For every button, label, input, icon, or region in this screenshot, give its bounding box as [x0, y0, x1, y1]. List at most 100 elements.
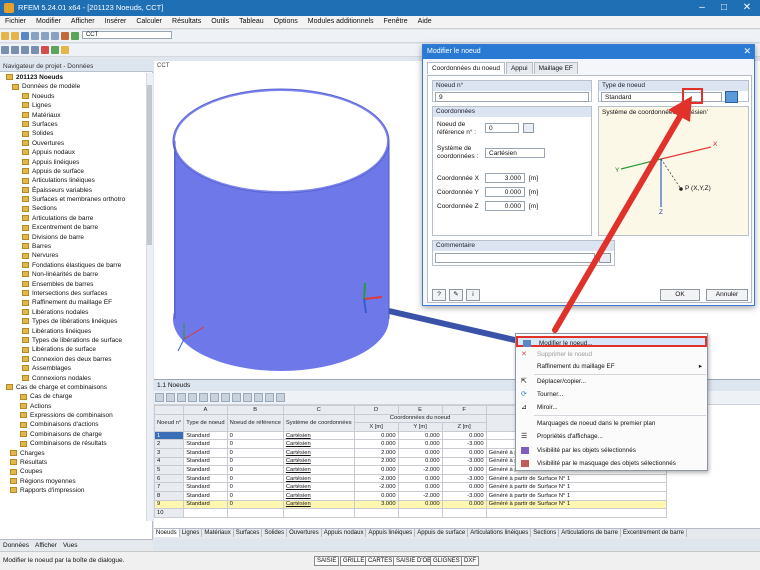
- tree-item[interactable]: Résultats: [0, 458, 146, 467]
- minimize-button[interactable]: –: [692, 2, 712, 13]
- menu-item-delete-node[interactable]: ✕ Supprimer le noeud: [516, 349, 707, 360]
- table-row[interactable]: 9 Standard 0 Cartésien 3.000 0.000 0.000 Généré…: [153, 499, 667, 510]
- table-cell[interactable]: Généré à partir de Surface N° 1: [485, 482, 667, 492]
- tree-item[interactable]: Ouvertures: [0, 139, 146, 148]
- table-cell[interactable]: 2.000: [353, 456, 399, 467]
- tab-fe-mesh[interactable]: Maillage EF: [533, 62, 578, 74]
- coord-z-input[interactable]: 0.000: [485, 201, 525, 211]
- table-cell[interactable]: 0: [226, 439, 284, 449]
- table-cell[interactable]: 0.000: [397, 456, 443, 467]
- table-cell[interactable]: 0.000: [397, 439, 443, 449]
- table-cell[interactable]: 7: [153, 482, 185, 492]
- tree-item[interactable]: Connexion des deux barres: [0, 355, 146, 364]
- table-cell[interactable]: 0.000: [353, 430, 399, 441]
- toggle-grille[interactable]: GRILLE: [340, 556, 368, 566]
- tree-item[interactable]: Fondations élastiques de barre: [0, 261, 146, 270]
- table-cell[interactable]: Cartésien: [282, 456, 355, 467]
- new-file-icon[interactable]: [1, 32, 9, 40]
- table-row[interactable]: 8 Standard 0 Cartésien 0.000 -2.000 -3.000 Géné…: [153, 490, 667, 501]
- print-icon[interactable]: [31, 32, 39, 40]
- tree-item[interactable]: Connexions nodales: [0, 374, 146, 383]
- menu-inserer[interactable]: Insérer: [100, 16, 132, 27]
- maximize-button[interactable]: □: [714, 2, 734, 13]
- sheet-tab[interactable]: Lignes: [180, 529, 203, 537]
- table-cell[interactable]: 0: [226, 499, 284, 510]
- comment-input[interactable]: [435, 253, 595, 263]
- tree-item[interactable]: Actions: [0, 402, 146, 411]
- sheet-tab[interactable]: Matériaux: [202, 529, 234, 537]
- table-row[interactable]: 6 Standard 0 Cartésien -2.000 0.000 -3.000 Géné…: [153, 473, 667, 484]
- sheet-tab[interactable]: Noeuds: [154, 529, 180, 537]
- view-iso-icon[interactable]: [1, 46, 9, 54]
- edit-type-icon[interactable]: [725, 91, 738, 103]
- table-cell[interactable]: 0.000: [441, 430, 487, 441]
- table-cell[interactable]: 4: [153, 456, 185, 467]
- table-cell[interactable]: 0: [226, 465, 284, 475]
- toggle-dxf[interactable]: DXF: [461, 556, 479, 566]
- table-cell[interactable]: 0.000: [397, 499, 443, 510]
- table-cell[interactable]: 9: [153, 499, 185, 510]
- table-cell[interactable]: 6: [153, 473, 185, 484]
- sheet-tab[interactable]: Appuis de surface: [415, 529, 469, 537]
- tree-item[interactable]: Rapports d'impression: [0, 486, 146, 495]
- table-tool-icon[interactable]: [265, 393, 274, 402]
- tab-vues[interactable]: Vues: [60, 540, 81, 551]
- tree-item[interactable]: Solides: [0, 129, 146, 138]
- table-cell[interactable]: -3.000: [441, 439, 487, 449]
- table-cell[interactable]: 10: [153, 508, 185, 518]
- table-cell[interactable]: Standard: [183, 499, 228, 510]
- tree-item[interactable]: Combinaisons de résultats: [0, 439, 146, 448]
- toggle-cartes[interactable]: CARTES: [365, 556, 396, 566]
- table-cell[interactable]: Standard: [183, 439, 228, 449]
- table-row[interactable]: 10: [153, 508, 667, 518]
- menu-resultats[interactable]: Résultats: [167, 16, 206, 27]
- table-cell[interactable]: 8: [153, 490, 185, 501]
- view-y-icon[interactable]: [21, 46, 29, 54]
- navigator-scroll-thumb[interactable]: [147, 85, 152, 245]
- table-tool-icon[interactable]: [188, 393, 197, 402]
- sheet-tab[interactable]: Ouvertures: [287, 529, 322, 537]
- zoom-icon[interactable]: [51, 46, 59, 54]
- table-cell[interactable]: -2.000: [397, 465, 443, 475]
- table-cell[interactable]: 0: [226, 447, 284, 458]
- view-z-icon[interactable]: [31, 46, 39, 54]
- tree-item[interactable]: Ensembles de barres: [0, 280, 146, 289]
- table-cell[interactable]: 0.000: [441, 482, 487, 492]
- table-cell[interactable]: 0: [226, 482, 284, 492]
- tree-item[interactable]: Noeuds: [0, 92, 146, 101]
- tree-item[interactable]: Régions moyennes: [0, 477, 146, 486]
- tree-item[interactable]: Articulations linéiques: [0, 176, 146, 185]
- menu-item-visibility-hidden[interactable]: Visibilité par le masquage des objets sé…: [516, 458, 707, 469]
- tree-item[interactable]: Matériaux: [0, 111, 146, 120]
- table-cell[interactable]: 0.000: [397, 473, 443, 484]
- table-cell[interactable]: 0: [226, 473, 284, 484]
- table-cell[interactable]: 0.000: [397, 430, 443, 441]
- table-cell[interactable]: [282, 508, 355, 518]
- table-tool-icon[interactable]: [232, 393, 241, 402]
- tree-item[interactable]: Appuis nodaux: [0, 148, 146, 157]
- table-cell[interactable]: Généré à partir de Surface N° 1: [485, 490, 667, 501]
- load-case-select[interactable]: CCT: [81, 31, 172, 39]
- ref-node-select[interactable]: 0: [485, 123, 519, 133]
- menu-modules[interactable]: Modules additionnels: [303, 16, 379, 27]
- table-cell[interactable]: Standard: [183, 490, 228, 501]
- tree-item[interactable]: Coupes: [0, 467, 146, 476]
- table-cell[interactable]: 2.000: [353, 447, 399, 458]
- tree-item[interactable]: Expressions de combinaison: [0, 411, 146, 420]
- sheet-tab[interactable]: Appuis nodaux: [322, 529, 367, 537]
- table-cell[interactable]: 0.000: [441, 499, 487, 510]
- tree-item[interactable]: Surfaces: [0, 120, 146, 129]
- tree-item[interactable]: Excentrement de barre: [0, 223, 146, 232]
- table-cell[interactable]: 2: [153, 439, 185, 449]
- menu-item-move-copy[interactable]: ⇱ Déplacer/copier...: [516, 376, 707, 387]
- table-cell[interactable]: Cartésien: [282, 439, 355, 449]
- table-tool-icon[interactable]: [199, 393, 208, 402]
- tree-item[interactable]: Barres: [0, 242, 146, 251]
- tab-afficher[interactable]: Afficher: [32, 540, 60, 551]
- table-cell[interactable]: [353, 508, 399, 518]
- tree-item[interactable]: Types de libérations de surface: [0, 336, 146, 345]
- sheet-tab[interactable]: Solides: [262, 529, 288, 537]
- table-cell[interactable]: Standard: [183, 465, 228, 475]
- table-cell[interactable]: 0.000: [397, 447, 443, 458]
- tree-item[interactable]: Libérations linéiques: [0, 327, 146, 336]
